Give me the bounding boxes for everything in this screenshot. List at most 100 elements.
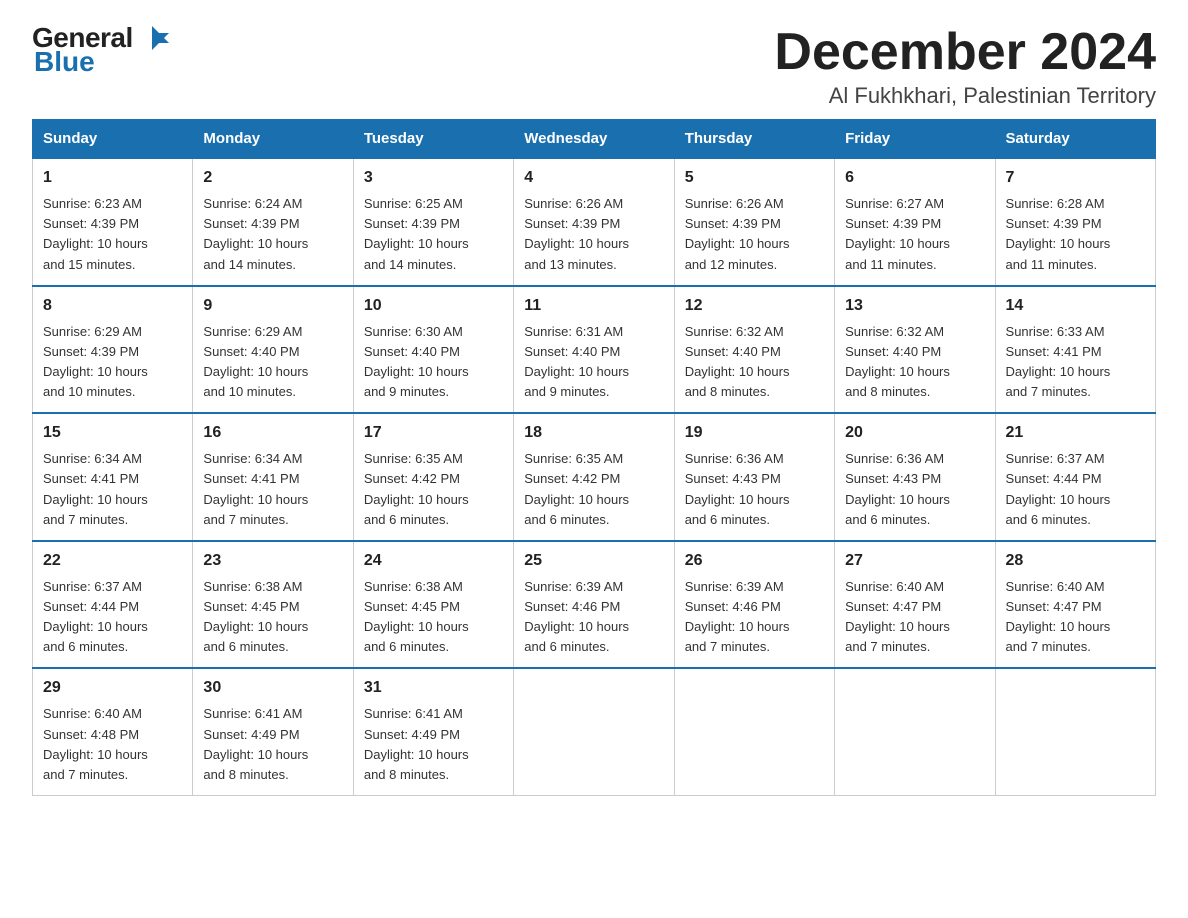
- day-info: Sunrise: 6:38 AMSunset: 4:45 PMDaylight:…: [364, 577, 503, 658]
- day-number: 26: [685, 549, 824, 573]
- day-info: Sunrise: 6:31 AMSunset: 4:40 PMDaylight:…: [524, 322, 663, 403]
- day-number: 20: [845, 421, 984, 445]
- day-number: 15: [43, 421, 182, 445]
- col-monday: Monday: [193, 120, 353, 159]
- day-number: 11: [524, 294, 663, 318]
- logo: General Blue: [32, 24, 169, 76]
- calendar-cell: 2 Sunrise: 6:24 AMSunset: 4:39 PMDaylight…: [193, 158, 353, 286]
- day-number: 25: [524, 549, 663, 573]
- day-number: 12: [685, 294, 824, 318]
- col-tuesday: Tuesday: [353, 120, 513, 159]
- day-info: Sunrise: 6:35 AMSunset: 4:42 PMDaylight:…: [364, 449, 503, 530]
- day-number: 17: [364, 421, 503, 445]
- day-number: 4: [524, 166, 663, 190]
- day-info: Sunrise: 6:35 AMSunset: 4:42 PMDaylight:…: [524, 449, 663, 530]
- day-info: Sunrise: 6:41 AMSunset: 4:49 PMDaylight:…: [364, 704, 503, 785]
- calendar-cell: 24 Sunrise: 6:38 AMSunset: 4:45 PMDayligh…: [353, 541, 513, 669]
- day-info: Sunrise: 6:34 AMSunset: 4:41 PMDaylight:…: [203, 449, 342, 530]
- day-info: Sunrise: 6:32 AMSunset: 4:40 PMDaylight:…: [685, 322, 824, 403]
- calendar-cell: 10 Sunrise: 6:30 AMSunset: 4:40 PMDayligh…: [353, 286, 513, 414]
- calendar-cell: [835, 668, 995, 795]
- day-number: 13: [845, 294, 984, 318]
- page-header: General Blue December 2024 Al Fukhkhari,…: [32, 24, 1156, 109]
- day-number: 22: [43, 549, 182, 573]
- day-info: Sunrise: 6:25 AMSunset: 4:39 PMDaylight:…: [364, 194, 503, 275]
- day-number: 6: [845, 166, 984, 190]
- calendar-cell: [674, 668, 834, 795]
- calendar-cell: 23Sunrise: 6:38 AMSunset: 4:45 PMDayligh…: [193, 541, 353, 669]
- day-info: Sunrise: 6:37 AMSunset: 4:44 PMDaylight:…: [1006, 449, 1145, 530]
- day-number: 14: [1006, 294, 1145, 318]
- day-info: Sunrise: 6:29 AMSunset: 4:39 PMDaylight:…: [43, 322, 182, 403]
- col-saturday: Saturday: [995, 120, 1155, 159]
- day-number: 29: [43, 676, 182, 700]
- calendar-cell: 4 Sunrise: 6:26 AMSunset: 4:39 PMDaylight…: [514, 158, 674, 286]
- calendar-cell: 7 Sunrise: 6:28 AMSunset: 4:39 PMDaylight…: [995, 158, 1155, 286]
- day-info: Sunrise: 6:40 AMSunset: 4:47 PMDaylight:…: [845, 577, 984, 658]
- day-number: 16: [203, 421, 342, 445]
- calendar-week-5: 29 Sunrise: 6:40 AMSunset: 4:48 PMDayligh…: [33, 668, 1156, 795]
- day-number: 8: [43, 294, 182, 318]
- location-subtitle: Al Fukhkhari, Palestinian Territory: [774, 83, 1156, 109]
- day-info: Sunrise: 6:24 AMSunset: 4:39 PMDaylight:…: [203, 194, 342, 275]
- calendar-cell: 18 Sunrise: 6:35 AMSunset: 4:42 PMDayligh…: [514, 413, 674, 541]
- calendar-cell: [514, 668, 674, 795]
- calendar-cell: 13 Sunrise: 6:32 AMSunset: 4:40 PMDayligh…: [835, 286, 995, 414]
- calendar-cell: 17 Sunrise: 6:35 AMSunset: 4:42 PMDayligh…: [353, 413, 513, 541]
- day-number: 7: [1006, 166, 1145, 190]
- day-number: 24: [364, 549, 503, 573]
- col-friday: Friday: [835, 120, 995, 159]
- day-info: Sunrise: 6:39 AMSunset: 4:46 PMDaylight:…: [524, 577, 663, 658]
- calendar-cell: 19 Sunrise: 6:36 AMSunset: 4:43 PMDayligh…: [674, 413, 834, 541]
- calendar-cell: 27Sunrise: 6:40 AMSunset: 4:47 PMDayligh…: [835, 541, 995, 669]
- month-title: December 2024: [774, 24, 1156, 81]
- calendar-cell: 21 Sunrise: 6:37 AMSunset: 4:44 PMDayligh…: [995, 413, 1155, 541]
- day-number: 9: [203, 294, 342, 318]
- day-number: 19: [685, 421, 824, 445]
- day-number: 23: [203, 549, 342, 573]
- day-info: Sunrise: 6:36 AMSunset: 4:43 PMDaylight:…: [845, 449, 984, 530]
- day-number: 18: [524, 421, 663, 445]
- calendar-cell: 14 Sunrise: 6:33 AMSunset: 4:41 PMDayligh…: [995, 286, 1155, 414]
- calendar-table: Sunday Monday Tuesday Wednesday Thursday…: [32, 119, 1156, 796]
- logo-blue-text: Blue: [34, 48, 95, 76]
- calendar-cell: 30Sunrise: 6:41 AMSunset: 4:49 PMDayligh…: [193, 668, 353, 795]
- day-info: Sunrise: 6:39 AMSunset: 4:46 PMDaylight:…: [685, 577, 824, 658]
- day-info: Sunrise: 6:34 AMSunset: 4:41 PMDaylight:…: [43, 449, 182, 530]
- col-thursday: Thursday: [674, 120, 834, 159]
- day-number: 10: [364, 294, 503, 318]
- day-info: Sunrise: 6:29 AMSunset: 4:40 PMDaylight:…: [203, 322, 342, 403]
- day-info: Sunrise: 6:28 AMSunset: 4:39 PMDaylight:…: [1006, 194, 1145, 275]
- day-info: Sunrise: 6:26 AMSunset: 4:39 PMDaylight:…: [524, 194, 663, 275]
- calendar-cell: 20 Sunrise: 6:36 AMSunset: 4:43 PMDayligh…: [835, 413, 995, 541]
- calendar-header-row: Sunday Monday Tuesday Wednesday Thursday…: [33, 120, 1156, 159]
- calendar-cell: [995, 668, 1155, 795]
- col-sunday: Sunday: [33, 120, 193, 159]
- day-info: Sunrise: 6:27 AMSunset: 4:39 PMDaylight:…: [845, 194, 984, 275]
- calendar-cell: 29 Sunrise: 6:40 AMSunset: 4:48 PMDayligh…: [33, 668, 193, 795]
- day-info: Sunrise: 6:40 AMSunset: 4:47 PMDaylight:…: [1006, 577, 1145, 658]
- calendar-cell: 9 Sunrise: 6:29 AMSunset: 4:40 PMDaylight…: [193, 286, 353, 414]
- calendar-cell: 3Sunrise: 6:25 AMSunset: 4:39 PMDaylight…: [353, 158, 513, 286]
- calendar-week-2: 8 Sunrise: 6:29 AMSunset: 4:39 PMDaylight…: [33, 286, 1156, 414]
- calendar-cell: 25 Sunrise: 6:39 AMSunset: 4:46 PMDayligh…: [514, 541, 674, 669]
- calendar-cell: 28 Sunrise: 6:40 AMSunset: 4:47 PMDayligh…: [995, 541, 1155, 669]
- day-info: Sunrise: 6:33 AMSunset: 4:41 PMDaylight:…: [1006, 322, 1145, 403]
- calendar-week-3: 15 Sunrise: 6:34 AMSunset: 4:41 PMDayligh…: [33, 413, 1156, 541]
- day-number: 5: [685, 166, 824, 190]
- calendar-cell: 16 Sunrise: 6:34 AMSunset: 4:41 PMDayligh…: [193, 413, 353, 541]
- day-info: Sunrise: 6:32 AMSunset: 4:40 PMDaylight:…: [845, 322, 984, 403]
- calendar-cell: 11 Sunrise: 6:31 AMSunset: 4:40 PMDayligh…: [514, 286, 674, 414]
- day-info: Sunrise: 6:37 AMSunset: 4:44 PMDaylight:…: [43, 577, 182, 658]
- day-number: 1: [43, 166, 182, 190]
- day-info: Sunrise: 6:30 AMSunset: 4:40 PMDaylight:…: [364, 322, 503, 403]
- day-number: 21: [1006, 421, 1145, 445]
- calendar-cell: 22 Sunrise: 6:37 AMSunset: 4:44 PMDayligh…: [33, 541, 193, 669]
- calendar-week-4: 22 Sunrise: 6:37 AMSunset: 4:44 PMDayligh…: [33, 541, 1156, 669]
- day-info: Sunrise: 6:36 AMSunset: 4:43 PMDaylight:…: [685, 449, 824, 530]
- day-number: 28: [1006, 549, 1145, 573]
- day-info: Sunrise: 6:41 AMSunset: 4:49 PMDaylight:…: [203, 704, 342, 785]
- day-info: Sunrise: 6:40 AMSunset: 4:48 PMDaylight:…: [43, 704, 182, 785]
- logo-arrow-icon: [135, 24, 169, 52]
- day-number: 2: [203, 166, 342, 190]
